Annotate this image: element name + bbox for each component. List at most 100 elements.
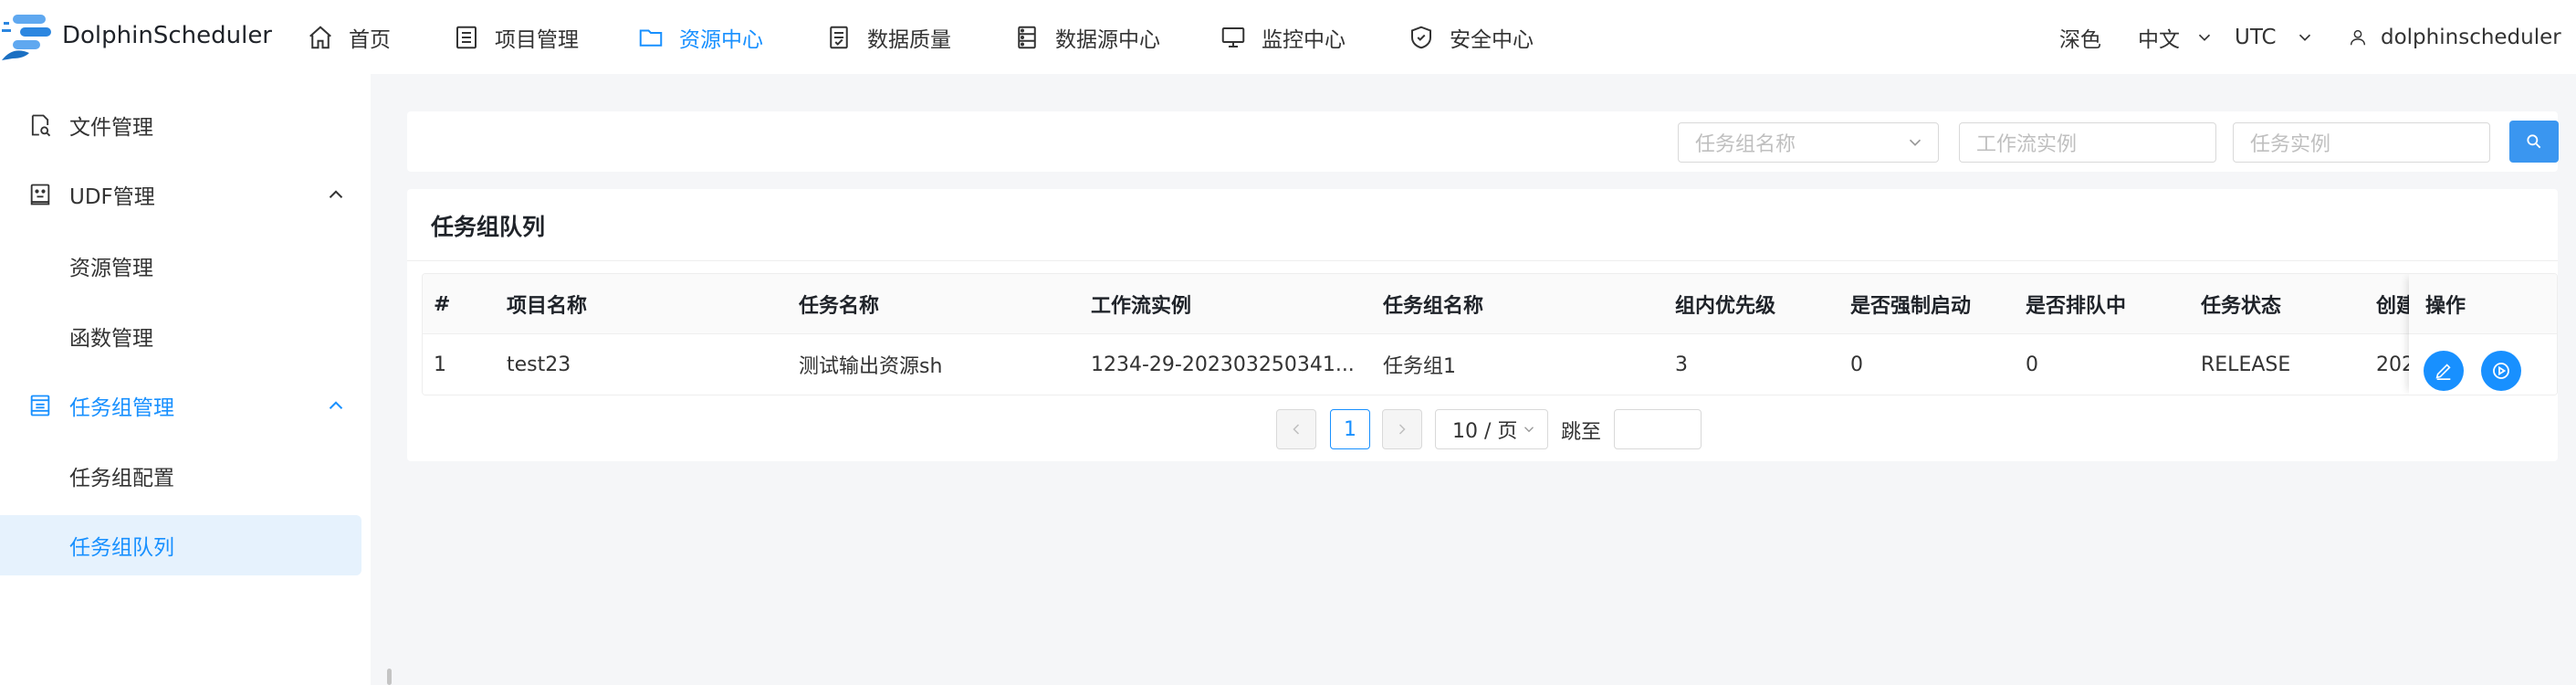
vertical-scrollbar[interactable] (387, 669, 392, 685)
force-start-button[interactable] (2481, 351, 2521, 391)
sidebar-item-label: 文件管理 (69, 116, 153, 140)
edit-button[interactable] (2424, 351, 2464, 391)
sidebar-item-label: 函数管理 (69, 327, 153, 351)
nav-data-quality[interactable]: 数据质量 (825, 0, 1013, 74)
column-header-project-name: 项目名称 (507, 295, 588, 318)
nav-data-quality-label: 数据质量 (867, 27, 951, 52)
column-header-force-start: 是否强制启动 (1850, 295, 1972, 318)
jump-to-input[interactable] (1614, 409, 1702, 449)
udf-icon (27, 182, 53, 207)
play-circle-icon (2490, 360, 2512, 382)
chevron-up-icon (324, 394, 348, 417)
page-size-select[interactable]: 10 / 页 (1435, 409, 1548, 449)
logo-text: DolphinScheduler (62, 22, 273, 49)
task-instance-placeholder: 任务实例 (2250, 133, 2331, 156)
column-header-operations: 操作 (2409, 274, 2557, 334)
search-panel: 任务组名称 工作流实例 任务实例 (407, 111, 2558, 172)
operations-column: 操作 (2409, 274, 2557, 395)
chevron-left-icon (1287, 420, 1305, 438)
project-list-icon (453, 24, 480, 51)
sidebar-item-label: 任务组管理 (69, 396, 174, 420)
sidebar-item-task-group-queue[interactable]: 任务组队列 (0, 515, 361, 575)
nav-security-label: 安全中心 (1450, 27, 1534, 52)
sidebar-item-task-group-config[interactable]: 任务组配置 (0, 446, 361, 506)
cell-priority: 3 (1675, 353, 1688, 376)
language-select[interactable]: 中文 (2138, 0, 2215, 74)
cell-task-name: 测试输出资源sh (799, 355, 943, 378)
table-row: 1 test23 测试输出资源sh 1234-29-202303250341..… (423, 334, 2557, 395)
column-header-task-group-name: 任务组名称 (1383, 295, 1484, 318)
language-value: 中文 (2138, 27, 2180, 52)
task-group-icon (27, 393, 53, 418)
sidebar-item-label: 任务组配置 (69, 467, 174, 490)
cell-create-time: 202 (2376, 353, 2413, 376)
top-header: DolphinScheduler 首页 项目管理 资源中心 数据质量 数据源中心… (0, 0, 2576, 74)
sidebar-item-label: UDF管理 (69, 185, 155, 209)
jump-to-label: 跳至 (1561, 421, 1602, 444)
task-group-name-select[interactable]: 任务组名称 (1678, 122, 1939, 163)
sidebar-item-label: 资源管理 (69, 257, 153, 280)
nav-resource-label: 资源中心 (679, 27, 763, 52)
nav-resource[interactable]: 资源中心 (637, 0, 825, 74)
page-title: 任务组队列 (431, 214, 546, 240)
workflow-instance-placeholder: 工作流实例 (1976, 133, 2078, 156)
column-header-create-time: 创建 (2376, 295, 2413, 318)
sidebar-item-task-group-management[interactable]: 任务组管理 (0, 375, 361, 436)
sidebar: 文件管理 UDF管理 资源管理 函数管理 任务组管理 任务组配置 任务组队列 (0, 74, 371, 685)
timezone-select[interactable]: UTC (2235, 0, 2315, 74)
prev-page-button[interactable] (1276, 409, 1316, 449)
column-header-workflow-instance: 工作流实例 (1091, 295, 1192, 318)
document-check-icon (825, 24, 853, 51)
cell-project-name: test23 (507, 353, 571, 376)
chevron-down-icon (2295, 27, 2315, 47)
nav-home[interactable]: 首页 (307, 0, 453, 74)
user-icon (2348, 27, 2368, 47)
home-icon (307, 24, 334, 51)
shield-icon (1408, 24, 1435, 51)
user-menu[interactable]: dolphinscheduler (2348, 0, 2576, 74)
cell-task-group-name: 任务组1 (1383, 355, 1456, 378)
nav-home-label: 首页 (349, 27, 391, 52)
sidebar-item-resource-management[interactable]: 资源管理 (0, 236, 361, 296)
nav-monitor[interactable]: 监控中心 (1220, 0, 1408, 74)
column-header-in-queue: 是否排队中 (2026, 295, 2127, 318)
sidebar-item-function-management[interactable]: 函数管理 (0, 306, 361, 366)
chevron-down-icon (1521, 421, 1537, 437)
workflow-instance-input[interactable]: 工作流实例 (1959, 122, 2216, 163)
cell-force-start: 0 (1850, 353, 1863, 376)
nav-project[interactable]: 项目管理 (453, 0, 637, 74)
sidebar-item-udf-management[interactable]: UDF管理 (0, 164, 361, 225)
sidebar-item-label: 任务组队列 (69, 536, 174, 560)
monitor-icon (1220, 24, 1247, 51)
nav-monitor-label: 监控中心 (1262, 27, 1346, 52)
main-nav: 首页 项目管理 资源中心 数据质量 数据源中心 监控中心 安全中心 (307, 0, 1554, 74)
nav-datasource[interactable]: 数据源中心 (1013, 0, 1220, 74)
dolphin-logo-icon (2, 15, 51, 60)
folder-icon (637, 24, 665, 51)
task-group-name-placeholder: 任务组名称 (1695, 133, 1796, 156)
queue-table: # 项目名称 任务名称 工作流实例 任务组名称 组内优先级 是否强制启动 是否排… (422, 273, 2558, 395)
next-page-button[interactable] (1382, 409, 1422, 449)
timezone-value: UTC (2235, 25, 2277, 49)
user-name: dolphinscheduler (2381, 25, 2561, 49)
page-number-button[interactable]: 1 (1330, 409, 1370, 449)
cell-workflow-instance: 1234-29-202303250341... (1091, 353, 1355, 376)
search-button[interactable] (2509, 121, 2559, 163)
chevron-up-icon (324, 183, 348, 206)
sidebar-item-file-management[interactable]: 文件管理 (0, 95, 361, 155)
theme-toggle[interactable]: 深色 (2059, 0, 2101, 74)
column-header-task-status: 任务状态 (2201, 295, 2282, 318)
divider (407, 260, 2558, 261)
task-instance-input[interactable]: 任务实例 (2233, 122, 2490, 163)
nav-project-label: 项目管理 (495, 27, 579, 52)
cell-in-queue: 0 (2026, 353, 2038, 376)
edit-icon (2434, 361, 2454, 381)
column-header-priority: 组内优先级 (1675, 295, 1776, 318)
table-header: # 项目名称 任务名称 工作流实例 任务组名称 组内优先级 是否强制启动 是否排… (423, 274, 2557, 334)
cell-index: 1 (434, 353, 446, 376)
nav-security[interactable]: 安全中心 (1408, 0, 1554, 74)
file-search-icon (27, 112, 53, 138)
chevron-down-icon (1905, 132, 1925, 153)
chevron-right-icon (1393, 420, 1411, 438)
chevron-down-icon (2194, 27, 2215, 47)
